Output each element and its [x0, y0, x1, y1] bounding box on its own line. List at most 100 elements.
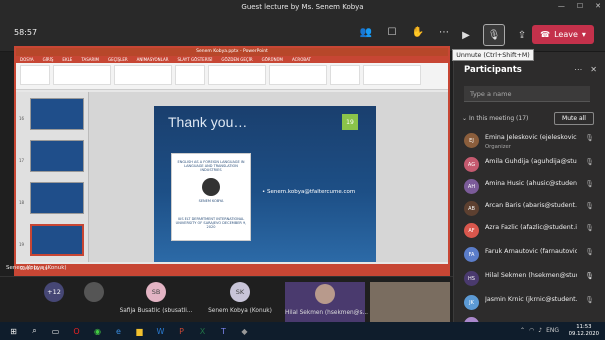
slide-number: 18	[19, 200, 25, 205]
ribbon-tab[interactable]: SLAYT GÖSTERİSİ	[178, 57, 213, 62]
participant-name: Arcan Baris (abaris@student.i...	[485, 202, 577, 209]
video-tile-camera[interactable]	[370, 282, 450, 322]
participant-row[interactable]: AB Arcan Baris (abaris@student.i... 🎙	[454, 198, 605, 222]
participant-label: Senem Kobya (Konuk)	[208, 308, 272, 314]
unmute-tooltip: Unmute (Ctrl+Shift+M)	[452, 49, 534, 61]
phone-icon: ☎	[540, 30, 551, 39]
participant-name: Amina Husic (ahusic@student...	[485, 180, 577, 187]
slide-thumbnail[interactable]	[30, 182, 84, 214]
slide-thumbnail[interactable]	[30, 98, 84, 130]
avatar: FA	[464, 247, 479, 262]
ribbon-group	[208, 65, 266, 85]
raise-hand-icon[interactable]: ✋	[410, 24, 426, 40]
powerpoint-status: SLAYT 19 / 19	[16, 264, 448, 274]
more-icon[interactable]: ⋯	[436, 24, 452, 40]
minimize-button[interactable]: —	[558, 2, 565, 10]
slide-thumbnail[interactable]	[30, 140, 84, 172]
video-tile[interactable]	[80, 282, 108, 322]
participant-row[interactable]: AH Amina Husic (ahusic@student... 🎙	[454, 176, 605, 200]
chevron-down-icon: ▾	[581, 30, 586, 39]
ribbon-tab[interactable]: ANİMASYONLAR	[137, 57, 169, 62]
share-screen-icon[interactable]: ⇪	[511, 24, 533, 46]
participant-row[interactable]: HS Hilal Sekmen (hsekmen@stud... 🎙	[454, 268, 605, 292]
avatar: HS	[464, 271, 479, 286]
windows-start-icon[interactable]: ⊞	[6, 324, 21, 338]
avatar: AF	[464, 223, 479, 238]
slide-number: 19	[19, 242, 25, 247]
powerpoint-icon[interactable]: P	[174, 324, 189, 338]
word-icon[interactable]: W	[153, 324, 168, 338]
shared-screen: Senem Kobya.pptx - PowerPoint DOSYA GİRİ…	[14, 46, 450, 276]
camera-icon[interactable]: ▶	[455, 24, 477, 46]
lecture-poster: ENGLISH AS A FOREIGN LANGUAGE IN LANGUAG…	[171, 153, 251, 241]
participant-name: Faruk Arnautovic (farnautovic...	[485, 248, 577, 255]
excel-icon[interactable]: X	[195, 324, 210, 338]
video-tile[interactable]: SK Senem Kobya (Konuk)	[200, 282, 280, 322]
video-tile[interactable]: Hilal Sekmen (hsekmen@s...	[285, 282, 369, 322]
chevron-up-icon[interactable]: ⌃	[520, 327, 525, 334]
ribbon-group	[20, 65, 50, 85]
participant-row[interactable]: JK Jasmin Krnic (jkrnic@student.i... 🎙	[454, 292, 605, 316]
ribbon-tab[interactable]: GÖRÜNÜM	[262, 57, 283, 62]
ribbon-group	[53, 65, 111, 85]
close-button[interactable]: ✕	[595, 2, 601, 10]
speaker-photo	[202, 178, 220, 196]
participant-row[interactable]: EJ Emina Jeleskovic (ejeleskovic... Orga…	[454, 130, 605, 154]
mic-muted-icon: 🎙	[585, 202, 594, 210]
avatar: AG	[464, 157, 479, 172]
maximize-button[interactable]: ☐	[577, 2, 583, 10]
ribbon-tab[interactable]: DOSYA	[20, 57, 34, 62]
app-icon[interactable]: ◆	[237, 324, 252, 338]
participants-panel: Participants ⋯ ✕ Type a name ⌄ In this m…	[453, 52, 605, 332]
powerpoint-title: Senem Kobya.pptx - PowerPoint	[16, 48, 448, 56]
meeting-section-header[interactable]: ⌄ In this meeting (17)	[462, 115, 528, 122]
participants-icon[interactable]: 👥	[358, 24, 374, 40]
language-indicator[interactable]: ENG	[546, 327, 559, 334]
ribbon-tab[interactable]: ACROBAT	[292, 57, 311, 62]
window-titlebar: Guest lecture by Ms. Senem Kobya — ☐ ✕	[0, 0, 605, 14]
system-tray: ⌃ ◠ ♪ ENG	[520, 327, 559, 334]
leave-button[interactable]: ☎ Leave ▾	[532, 25, 594, 44]
chat-icon[interactable]: ☐	[384, 24, 400, 40]
teams-icon[interactable]: T	[216, 324, 231, 338]
taskbar: ⊞ ⌕ ▭ O ◉ e ▆ W P X T ◆ ⌃ ◠ ♪ ENG 11:53 …	[0, 322, 605, 340]
overflow-tile[interactable]: +12	[42, 282, 66, 322]
video-tile[interactable]: SB Safija Busatlic (sbusatli...	[116, 282, 196, 322]
ribbon-tab[interactable]: GEÇİŞLER	[108, 57, 128, 62]
participant-label: Hilal Sekmen (hsekmen@s...	[285, 310, 369, 316]
ribbon-tab[interactable]: GÖZDEN GEÇİR	[221, 57, 252, 62]
opera-icon[interactable]: O	[69, 324, 84, 338]
mic-muted-icon: 🎙	[585, 224, 594, 232]
ribbon-tab[interactable]: TASARIM	[81, 57, 99, 62]
participant-name: Emina Jeleskovic (ejeleskovic...	[485, 134, 577, 141]
slide-number: 17	[19, 158, 25, 163]
participant-name: Jasmin Krnic (jkrnic@student.i...	[485, 296, 577, 303]
wifi-icon[interactable]: ◠	[529, 327, 534, 334]
volume-icon[interactable]: ♪	[538, 327, 542, 334]
ribbon-group	[363, 65, 421, 85]
search-input[interactable]: Type a name	[464, 86, 590, 102]
task-view-icon[interactable]: ▭	[48, 324, 63, 338]
search-icon[interactable]: ⌕	[27, 324, 42, 338]
slide-thumbnail-selected[interactable]	[30, 224, 84, 256]
ribbon-tab[interactable]: GİRİŞ	[43, 57, 54, 62]
slide-badge: 19	[342, 114, 358, 130]
avatar	[315, 284, 335, 304]
avatar: AB	[464, 201, 479, 216]
ribbon-tabs: DOSYA GİRİŞ EKLE TASARIM GEÇİŞLER ANİMAS…	[16, 56, 448, 63]
more-icon[interactable]: ⋯	[574, 65, 582, 74]
panel-title: Participants	[464, 65, 522, 75]
participant-row[interactable]: AG Amila Guhdija (aguhdija@stu... 🎙	[454, 154, 605, 178]
ribbon-tab[interactable]: EKLE	[62, 57, 72, 62]
participant-row[interactable]: FA Faruk Arnautovic (farnautovic... 🎙	[454, 244, 605, 268]
participant-name: Hilal Sekmen (hsekmen@stud...	[485, 272, 577, 279]
participant-row[interactable]: AF Azra Fazlic (afazlic@student.iu... 🎙	[454, 220, 605, 244]
chrome-icon[interactable]: ◉	[90, 324, 105, 338]
mute-all-button[interactable]: Mute all	[554, 112, 594, 125]
edge-icon[interactable]: e	[111, 324, 126, 338]
file-explorer-icon[interactable]: ▆	[132, 324, 147, 338]
close-icon[interactable]: ✕	[590, 65, 597, 74]
mic-muted-icon[interactable]: 🎙	[483, 24, 505, 46]
clock[interactable]: 11:53 09.12.2020	[569, 324, 599, 338]
meeting-timer: 58:57	[14, 28, 38, 37]
